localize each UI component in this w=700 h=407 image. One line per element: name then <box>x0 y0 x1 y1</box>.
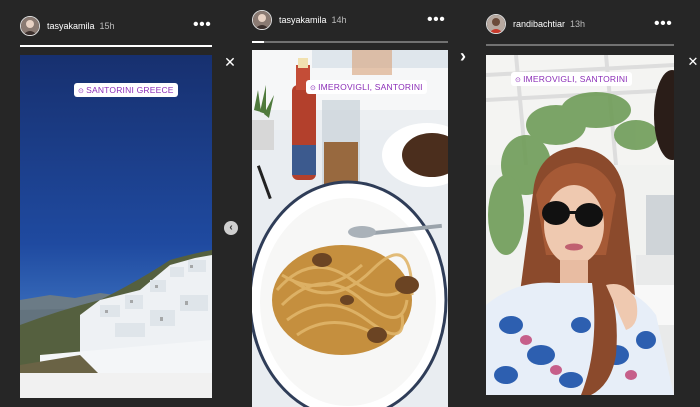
story-progress-bar <box>252 41 448 43</box>
location-tag-label: IMEROVIGLI, SANTORINI <box>523 74 628 84</box>
timestamp: 14h <box>331 15 347 25</box>
location-tag[interactable]: ⊙ SANTORINI GREECE <box>74 83 178 97</box>
story-progress-fill <box>252 41 264 43</box>
location-tag-label: SANTORINI GREECE <box>86 85 174 95</box>
story-photo <box>252 50 448 407</box>
username[interactable]: tasyakamila <box>279 15 327 25</box>
username[interactable]: randibachtiar <box>513 19 565 29</box>
chevron-left-icon[interactable]: ‹ <box>224 221 238 235</box>
username[interactable]: tasyakamila <box>47 21 95 31</box>
location-tag[interactable]: ⊙ IMEROVIGLI, SANTORINI <box>511 72 632 86</box>
story-progress-bar <box>20 45 212 47</box>
story-header: randibachtiar 13h <box>486 14 585 34</box>
avatar[interactable] <box>252 10 272 30</box>
story-panel-3[interactable]: randibachtiar 13h ••• ⊙ IMEROVIGLI, SANT… <box>486 0 700 407</box>
close-icon[interactable]: ✕ <box>222 54 238 71</box>
more-options-icon[interactable]: ••• <box>427 12 445 28</box>
location-pin-icon: ⊙ <box>78 88 85 95</box>
story-header: tasyakamila 15h <box>20 16 115 36</box>
location-tag-label: IMEROVIGLI, SANTORINI <box>318 82 423 92</box>
location-pin-icon: ⊙ <box>515 77 522 84</box>
story-panel-2[interactable]: tasyakamila 14h ••• ⊙ IMEROVIGLI, SANTOR… <box>250 0 450 407</box>
location-pin-icon: ⊙ <box>310 85 317 92</box>
chevron-right-icon[interactable]: › <box>456 46 470 67</box>
more-options-icon[interactable]: ••• <box>193 17 211 33</box>
timestamp: 13h <box>570 19 586 29</box>
avatar[interactable] <box>486 14 506 34</box>
story-photo <box>20 55 212 398</box>
story-photo <box>486 55 674 395</box>
story-panel-1[interactable]: tasyakamila 15h ••• ⊙ SANTORINI GREECE <box>0 0 240 407</box>
story-progress-bar <box>486 44 674 46</box>
avatar[interactable] <box>20 16 40 36</box>
story-progress-fill <box>20 45 212 47</box>
timestamp: 15h <box>99 21 115 31</box>
story-header: tasyakamila 14h <box>252 10 347 30</box>
close-icon[interactable]: ✕ <box>686 54 700 70</box>
location-tag[interactable]: ⊙ IMEROVIGLI, SANTORINI <box>306 80 427 94</box>
more-options-icon[interactable]: ••• <box>654 16 672 32</box>
